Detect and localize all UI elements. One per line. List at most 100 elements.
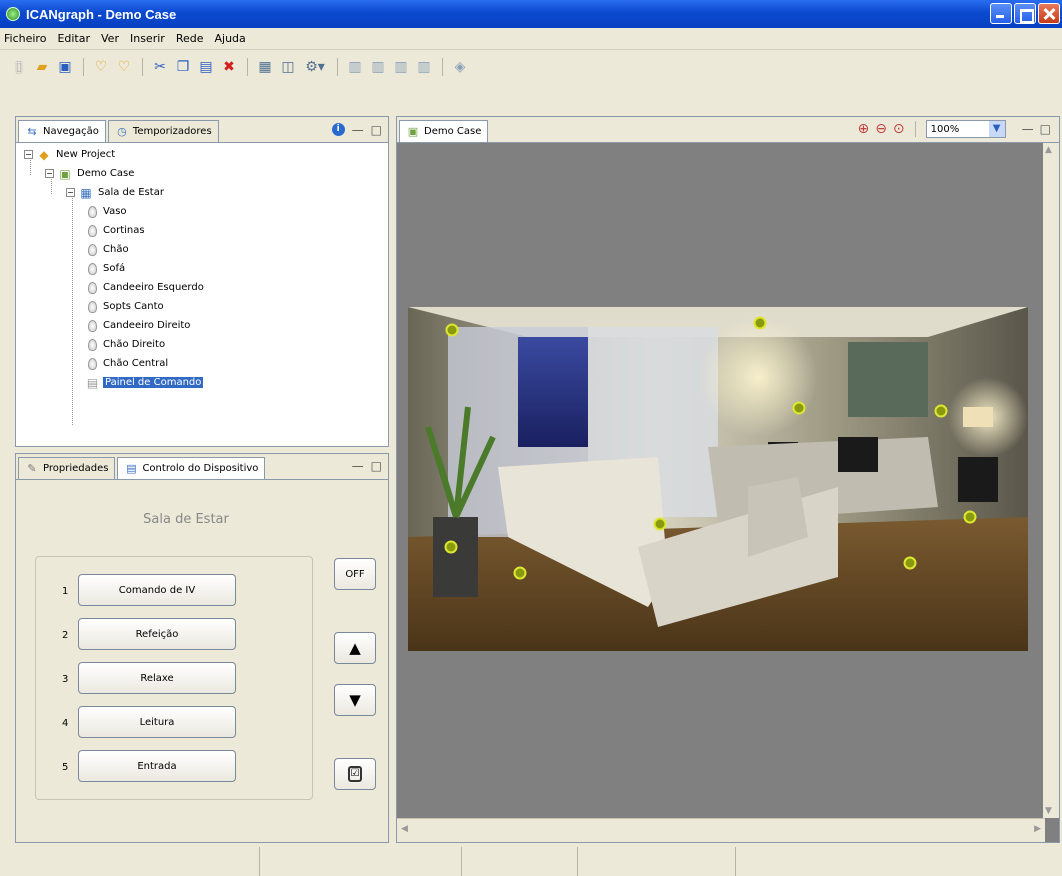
paste-icon[interactable]: ▤ <box>197 58 215 76</box>
collapse-icon[interactable]: − <box>24 150 33 159</box>
device-hotspot[interactable] <box>903 556 917 570</box>
toolbar-separator <box>914 121 916 137</box>
menu-ajuda[interactable]: Ajuda <box>214 32 245 45</box>
horizontal-scrollbar[interactable]: ◀ ▶ <box>397 818 1045 842</box>
maximize-panel-icon[interactable]: □ <box>1040 123 1051 135</box>
rotate-icon[interactable]: ◈ <box>451 58 469 76</box>
scene-button-5[interactable]: Entrada <box>78 750 236 782</box>
vertical-scrollbar[interactable]: ▲ ▼ <box>1043 143 1059 818</box>
tree-item-device[interactable]: Chão Central <box>24 354 388 373</box>
menu-ficheiro[interactable]: Ficheiro <box>4 32 46 45</box>
scene-button-3[interactable]: Relaxe <box>78 662 236 694</box>
tree-item-room[interactable]: − ▦ Sala de Estar <box>24 183 388 202</box>
tree-item-device[interactable]: Chão <box>24 240 388 259</box>
zoom-out-icon[interactable]: ⊖ <box>875 121 887 137</box>
minimize-panel-icon[interactable]: — <box>1022 123 1034 135</box>
delete-icon[interactable]: ✖ <box>220 58 238 76</box>
maximize-panel-icon[interactable]: □ <box>371 124 382 136</box>
tab-demo-case[interactable]: ▣ Demo Case <box>399 120 489 142</box>
toolbar-separator <box>442 58 443 76</box>
device-hotspot[interactable] <box>792 401 806 415</box>
off-button[interactable]: OFF <box>334 558 376 590</box>
tree-item-device[interactable]: Chão Direito <box>24 335 388 354</box>
collapse-icon[interactable]: − <box>45 169 54 178</box>
device-tabbar: ✎ Propriedades ▤ Controlo do Dispositivo… <box>16 454 388 480</box>
open-folder-icon[interactable]: ▰ <box>33 58 51 76</box>
tree-item-case[interactable]: − ▣ Demo Case <box>24 164 388 183</box>
menu-inserir[interactable]: Inserir <box>130 32 165 45</box>
room-title: Sala de Estar <box>143 512 229 527</box>
gear-dropdown-icon[interactable]: ⚙▾ <box>302 58 328 76</box>
close-button[interactable] <box>1038 3 1060 24</box>
grid-icon[interactable]: ▦ <box>256 58 274 76</box>
scene-number: 4 <box>62 718 69 729</box>
tab-propriedades[interactable]: ✎ Propriedades <box>18 457 116 479</box>
menu-rede[interactable]: Rede <box>176 32 204 45</box>
scene-number: 1 <box>62 586 69 597</box>
copy-icon[interactable]: ❐ <box>174 58 192 76</box>
tree-item-device[interactable]: Candeeiro Direito <box>24 316 388 335</box>
room-floorplan-image[interactable] <box>408 307 1028 651</box>
tree-item-project[interactable]: − ◆ New Project <box>24 145 388 164</box>
save-icon[interactable]: ▣ <box>56 58 74 76</box>
title-bar: ICANgraph - Demo Case <box>0 0 1062 28</box>
heart-icon[interactable]: ♡ <box>92 58 110 76</box>
device-hotspot[interactable] <box>963 510 977 524</box>
collapse-icon[interactable]: − <box>66 188 75 197</box>
device-hotspot[interactable] <box>753 316 767 330</box>
case-icon: ▣ <box>59 166 71 181</box>
checkbox-icon: ☑ <box>348 766 362 782</box>
scroll-down-icon[interactable]: ▼ <box>1045 806 1052 816</box>
device-hotspot[interactable] <box>513 566 527 580</box>
scene-number: 3 <box>62 674 69 685</box>
tab-temporizadores[interactable]: ◷ Temporizadores <box>107 120 219 142</box>
zoom-fit-icon[interactable]: ⊙ <box>893 121 905 137</box>
editor-panel: ▣ Demo Case ⊕ ⊖ ⊙ 100% ▼ — □ ▲ ▼ ◀ ▶ <box>396 116 1060 843</box>
info-icon[interactable]: i <box>331 123 345 136</box>
device-hotspot[interactable] <box>653 517 667 531</box>
device-hotspot[interactable] <box>934 404 948 418</box>
minimize-panel-icon[interactable]: — <box>352 124 364 136</box>
scene-button-1[interactable]: Comando de IV <box>78 574 236 606</box>
tree-item-control-panel[interactable]: ▤ Painel de Comando <box>24 373 388 392</box>
minimize-button[interactable] <box>990 3 1012 24</box>
menu-bar: Ficheiro Editar Ver Inserir Rede Ajuda <box>0 28 1062 50</box>
device-hotspot[interactable] <box>444 540 458 554</box>
menu-editar[interactable]: Editar <box>57 32 90 45</box>
tree-item-device[interactable]: Sopts Canto <box>24 297 388 316</box>
tab-navegacao[interactable]: ⇆ Navegação <box>18 120 106 142</box>
new-file-icon[interactable]: ▯ <box>10 58 28 76</box>
status-cell <box>0 847 260 876</box>
tree-item-device[interactable]: Candeeiro Esquerdo <box>24 278 388 297</box>
align-left-icon[interactable]: ▥ <box>346 58 364 76</box>
device-hotspot[interactable] <box>445 323 459 337</box>
zoom-in-icon[interactable]: ⊕ <box>857 121 869 137</box>
maximize-button[interactable] <box>1014 3 1036 24</box>
align-center-icon[interactable]: ▥ <box>369 58 387 76</box>
tree-item-device[interactable]: Sofá <box>24 259 388 278</box>
tree-item-device[interactable]: Cortinas <box>24 221 388 240</box>
scroll-up-icon[interactable]: ▲ <box>1045 145 1052 155</box>
zoom-select[interactable]: 100% ▼ <box>925 120 1006 138</box>
tree-item-device[interactable]: Vaso <box>24 202 388 221</box>
down-button[interactable]: ▼ <box>334 684 376 716</box>
menu-ver[interactable]: Ver <box>101 32 119 45</box>
up-button[interactable]: ▲ <box>334 632 376 664</box>
align-right-icon[interactable]: ▥ <box>392 58 410 76</box>
editor-tabbar: ▣ Demo Case ⊕ ⊖ ⊙ 100% ▼ — □ <box>397 117 1059 143</box>
align-top-icon[interactable]: ▥ <box>415 58 433 76</box>
scene-button-4[interactable]: Leitura <box>78 706 236 738</box>
project-tree: − ◆ New Project − ▣ Demo Case − ▦ Sala d… <box>16 143 388 425</box>
tab-controlo-dispositivo[interactable]: ▤ Controlo do Dispositivo <box>117 457 266 479</box>
cut-icon[interactable]: ✂ <box>151 58 169 76</box>
scroll-left-icon[interactable]: ◀ <box>401 824 408 834</box>
minimize-panel-icon[interactable]: — <box>352 460 364 472</box>
maximize-panel-icon[interactable]: □ <box>371 460 382 472</box>
device-control-icon: ▤ <box>126 461 137 475</box>
scroll-right-icon[interactable]: ▶ <box>1034 824 1041 834</box>
scene-button-2[interactable]: Refeição <box>78 618 236 650</box>
heart-outline-icon[interactable]: ♡ <box>115 58 133 76</box>
layout-icon[interactable]: ◫ <box>279 58 297 76</box>
navigation-icon: ⇆ <box>27 124 37 138</box>
confirm-button[interactable]: ☑ <box>334 758 376 790</box>
